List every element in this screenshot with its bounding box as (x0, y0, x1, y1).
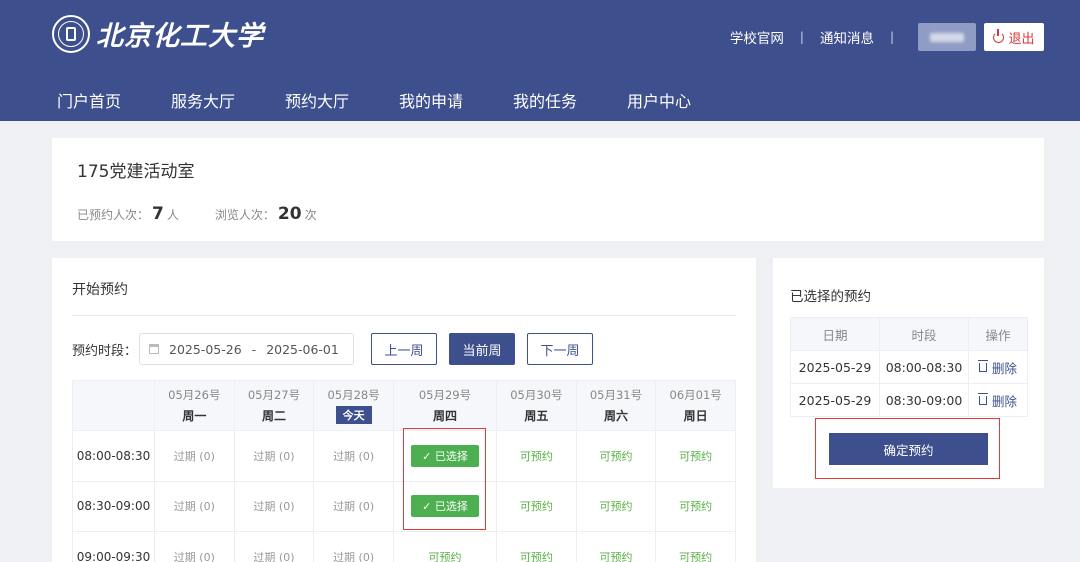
delete-button[interactable]: 删除 (977, 391, 1017, 410)
date-separator: - (251, 341, 257, 357)
nav-my-tasks[interactable]: 我的任务 (513, 88, 627, 112)
trash-icon (977, 359, 988, 372)
day-header: 05月31号 周六 (575, 380, 657, 431)
main-nav: 门户首页 服务大厅 预约大厅 我的申请 我的任务 用户中心 (57, 88, 741, 112)
slot-cell-available[interactable]: 可预约 (655, 531, 736, 562)
header-toolbar: 学校官网 | 通知消息 | 退出 (730, 23, 1044, 51)
selected-date: 2025-05-29 (790, 383, 880, 417)
column-header: 时段 (879, 317, 969, 351)
action-cell: 删除 (968, 350, 1028, 384)
prev-week-button[interactable]: 上一周 (371, 333, 438, 365)
power-icon (993, 28, 1005, 43)
period-row: 预约时段： 2025-05-26 - 2025-06-01 上一周 当前周 下一… (72, 333, 594, 365)
action-cell: 删除 (968, 383, 1028, 417)
separator: | (889, 30, 894, 44)
trash-icon (977, 392, 988, 405)
table-row: 2025-05-29 08:00-08:30 删除 (790, 350, 1028, 384)
next-week-button[interactable]: 下一周 (527, 333, 594, 365)
nav-booking-hall[interactable]: 预约大厅 (285, 88, 399, 112)
booking-card: 开始预约 预约时段： 2025-05-26 - 2025-06-01 上一周 当… (52, 258, 756, 562)
selected-table: 日期 时段 操作 2025-05-29 08:00-08:30 删除 2025-… (790, 317, 1028, 417)
time-slot: 09:00-09:30 (72, 531, 155, 562)
slot-cell: 过期 (0) (313, 531, 394, 562)
booked-label: 已预约人次： (77, 208, 150, 222)
slot-cell-available[interactable]: 可预约 (496, 480, 577, 532)
notifications-link[interactable]: 通知消息 (820, 27, 874, 47)
selected-date: 2025-05-29 (790, 350, 880, 384)
day-header-today: 05月28号 今天 (313, 380, 394, 431)
time-slot: 08:00-08:30 (72, 430, 155, 482)
slot-cell: 过期 (0) (233, 430, 315, 482)
slot-cell: 过期 (0) (154, 480, 235, 532)
slot-cell: 过期 (0) (154, 430, 235, 482)
nav-my-applications[interactable]: 我的申请 (399, 88, 513, 112)
divider (72, 315, 736, 316)
booked-unit: 人 (166, 208, 179, 222)
room-title: 175党建活动室 (77, 162, 195, 182)
slot-cell: 过期 (0) (313, 480, 394, 532)
current-week-button[interactable]: 当前周 (449, 333, 516, 365)
slot-cell-available[interactable]: 可预约 (575, 480, 657, 532)
logo-text: 北京化工大学 (96, 21, 264, 52)
day-header: 05月29号 周四 (392, 380, 498, 431)
day-header: 05月27号 周二 (233, 380, 315, 431)
nav-user-center[interactable]: 用户中心 (627, 88, 741, 112)
day-header: 05月30号 周五 (496, 380, 577, 431)
selected-header-row: 日期 时段 操作 (790, 317, 1028, 351)
selected-bookings-card: 已选择的预约 日期 时段 操作 2025-05-29 08:00-08:30 删… (773, 258, 1044, 488)
nav-service-hall[interactable]: 服务大厅 (171, 88, 285, 112)
selected-slot: 08:30-09:00 (879, 383, 969, 417)
slot-cell-available[interactable]: 可预约 (575, 430, 657, 482)
room-stats: 已预约人次： 7 人 浏览人次： 20 次 (77, 204, 317, 224)
date-range-picker[interactable]: 2025-05-26 - 2025-06-01 (139, 333, 355, 365)
table-row: 2025-05-29 08:30-09:00 删除 (790, 383, 1028, 417)
time-header (72, 380, 155, 431)
slot-cell-available[interactable]: 可预约 (655, 480, 736, 532)
views-label: 浏览人次： (214, 208, 275, 222)
selection-highlight-box (403, 428, 486, 530)
slot-cell: 过期 (0) (233, 480, 315, 532)
schedule-header-row: 05月26号 周一 05月27号 周二 05月28号 今天 05月29号 周四 05月3… (72, 380, 736, 431)
date-start: 2025-05-26 (169, 341, 242, 357)
views-unit: 次 (304, 208, 317, 222)
period-label: 预约时段： (72, 343, 138, 359)
time-slot: 08:30-09:00 (72, 480, 155, 532)
date-end: 2025-06-01 (266, 341, 339, 357)
slot-cell: 过期 (0) (233, 531, 315, 562)
user-avatar[interactable] (918, 23, 976, 51)
slot-cell: 过期 (0) (154, 531, 235, 562)
table-row: 09:00-09:30 过期 (0) 过期 (0) 过期 (0) 可预约 可预约… (72, 531, 736, 562)
university-seal-icon (52, 14, 90, 53)
day-header: 05月26号 周一 (154, 380, 235, 431)
slot-cell: 过期 (0) (313, 430, 394, 482)
slot-cell-available[interactable]: 可预约 (496, 531, 577, 562)
selected-slot: 08:00-08:30 (879, 350, 969, 384)
slot-cell-available[interactable]: 可预约 (392, 531, 498, 562)
calendar-icon (149, 344, 160, 354)
confirm-highlight-box (815, 418, 1000, 479)
delete-button[interactable]: 删除 (977, 358, 1017, 377)
booked-count: 7 (152, 204, 164, 224)
top-header: 北京化工大学 学校官网 | 通知消息 | 退出 门户首页 服务大厅 预约大厅 我… (0, 0, 1080, 121)
logout-button[interactable]: 退出 (984, 23, 1044, 51)
today-badge: 今天 (335, 406, 372, 424)
university-logo[interactable]: 北京化工大学 (52, 14, 264, 53)
slot-cell-available[interactable]: 可预约 (575, 531, 657, 562)
logout-label: 退出 (1008, 31, 1035, 47)
day-header: 06月01号 周日 (655, 380, 736, 431)
slot-cell-available[interactable]: 可预约 (655, 430, 736, 482)
selected-title: 已选择的预约 (790, 289, 871, 305)
slot-cell-available[interactable]: 可预约 (496, 430, 577, 482)
views-count: 20 (277, 204, 302, 224)
room-info-card: 175党建活动室 已预约人次： 7 人 浏览人次： 20 次 (52, 138, 1044, 241)
nav-home[interactable]: 门户首页 (57, 88, 171, 112)
separator: | (799, 30, 804, 44)
booking-title: 开始预约 (72, 282, 128, 298)
school-website-link[interactable]: 学校官网 (730, 27, 784, 47)
column-header: 日期 (790, 317, 880, 351)
column-header: 操作 (968, 317, 1028, 351)
